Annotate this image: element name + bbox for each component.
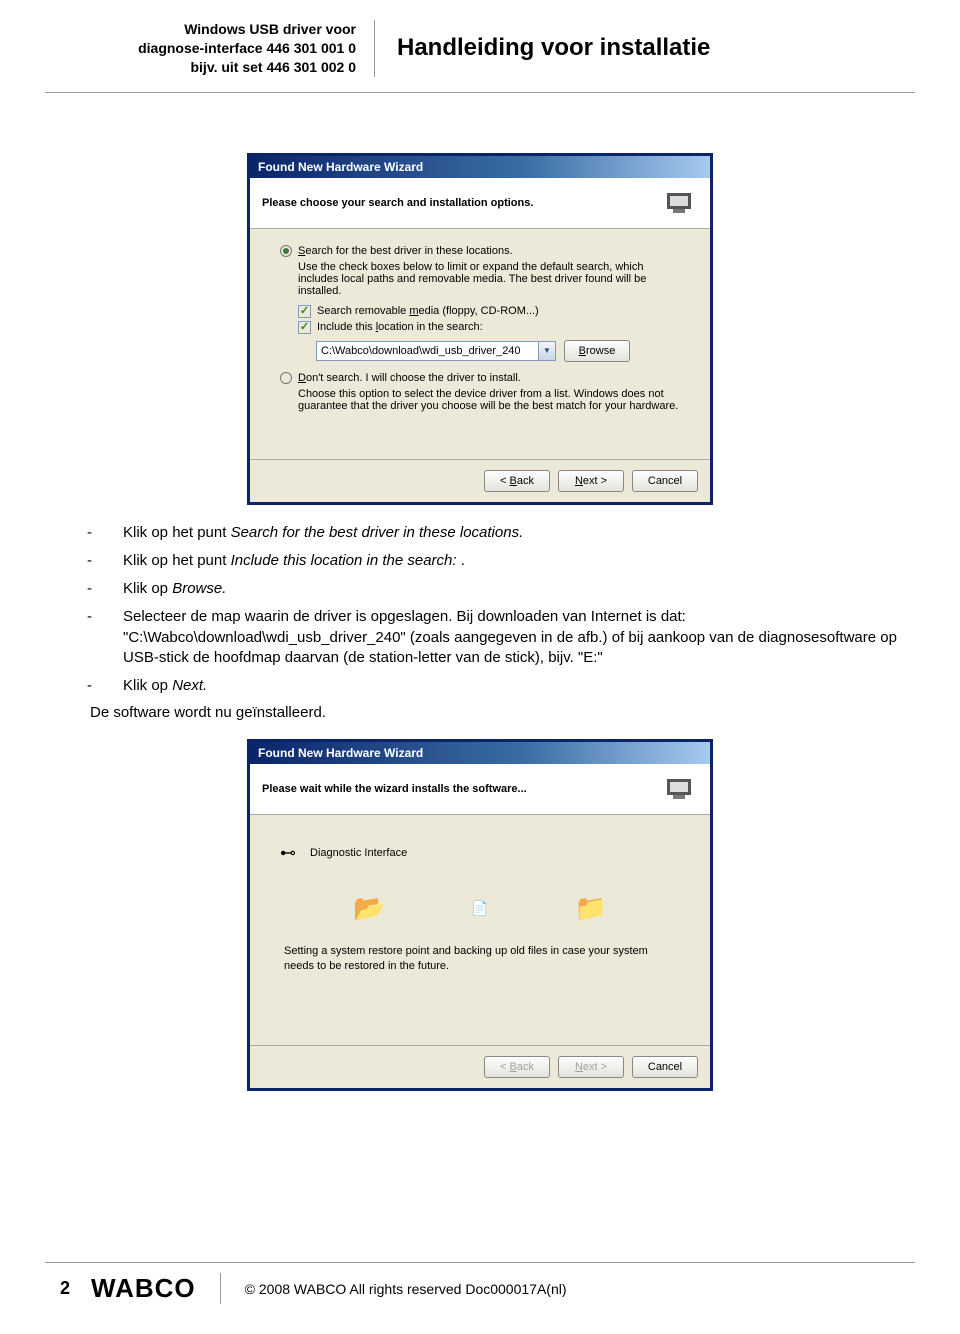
header-left-line3: bijv. uit set 446 301 002 0	[190, 59, 356, 75]
page-title: Handleiding voor installatie	[375, 34, 710, 62]
copyright: © 2008 WABCO All rights reserved Doc0000…	[221, 1281, 567, 1297]
page-header: Windows USB driver voor diagnose-interfa…	[45, 0, 915, 93]
wizard1-hint2: Choose this option to select the device …	[298, 388, 680, 412]
location-combobox[interactable]: C:\Wabco\download\wdi_usb_driver_240 ▼	[316, 341, 556, 361]
wizard2-status: Setting a system restore point and backi…	[284, 944, 676, 974]
wizard1-hint: Use the check boxes below to limit or ex…	[298, 261, 680, 297]
list-item: Selecteer de map waarin de driver is opg…	[105, 607, 915, 668]
wizard1-heading: Please choose your search and installati…	[262, 197, 533, 209]
back-button: < Back	[484, 1056, 550, 1078]
wizard1-titlebar: Found New Hardware Wizard	[250, 156, 710, 178]
location-path: C:\Wabco\download\wdi_usb_driver_240	[317, 345, 538, 357]
next-button[interactable]: Next >	[558, 470, 624, 492]
device-icon	[660, 188, 698, 218]
checkmark-icon: ✓	[298, 305, 311, 318]
wizard2-titlebar: Found New Hardware Wizard	[250, 742, 710, 764]
instruction-after: De software wordt nu geïnstalleerd.	[90, 704, 915, 721]
folder-open-icon: 📂	[353, 893, 385, 924]
radio-icon	[280, 245, 292, 257]
browse-button[interactable]: Browse	[564, 340, 630, 362]
wizard-screenshot-1: Found New Hardware Wizard Please choose …	[247, 153, 713, 505]
usb-icon: ⊷	[280, 843, 296, 863]
wizard2-heading: Please wait while the wizard installs th…	[262, 783, 527, 795]
header-left: Windows USB driver voor diagnose-interfa…	[45, 20, 375, 77]
page-number: 2	[45, 1278, 85, 1299]
list-item: Klik op Browse.	[105, 579, 915, 599]
list-item: Klik op het punt Search for the best dri…	[105, 523, 915, 543]
folder-icon: 📁	[575, 893, 607, 924]
checkbox-include-location[interactable]: ✓ Include this location in the search:	[298, 321, 680, 334]
wabco-logo: WABCO	[85, 1273, 221, 1304]
radio-dont-search[interactable]: Don't search. I will choose the driver t…	[280, 372, 680, 384]
device-icon	[660, 774, 698, 804]
checkbox-removable-media[interactable]: ✓ Search removable media (floppy, CD-ROM…	[298, 305, 680, 318]
radio-search-best[interactable]: Search for the best driver in these loca…	[280, 245, 680, 257]
file-transfer-icon: 📄	[471, 900, 488, 917]
chevron-down-icon[interactable]: ▼	[538, 342, 555, 360]
radio-icon	[280, 372, 292, 384]
cancel-button[interactable]: Cancel	[632, 1056, 698, 1078]
back-button[interactable]: < Back	[484, 470, 550, 492]
list-item: Klik op Next.	[105, 676, 915, 696]
wizard-screenshot-2: Found New Hardware Wizard Please wait wh…	[247, 739, 713, 1091]
cancel-button[interactable]: Cancel	[632, 470, 698, 492]
header-left-line2: diagnose-interface 446 301 001 0	[138, 40, 356, 56]
next-button: Next >	[558, 1056, 624, 1078]
list-item: Klik op het punt Include this location i…	[105, 551, 915, 571]
instruction-list: Klik op het punt Search for the best dri…	[105, 523, 915, 697]
checkmark-icon: ✓	[298, 321, 311, 334]
device-name: Diagnostic Interface	[310, 847, 407, 859]
page-footer: 2 WABCO © 2008 WABCO All rights reserved…	[45, 1262, 915, 1304]
header-left-line1: Windows USB driver voor	[184, 21, 356, 37]
